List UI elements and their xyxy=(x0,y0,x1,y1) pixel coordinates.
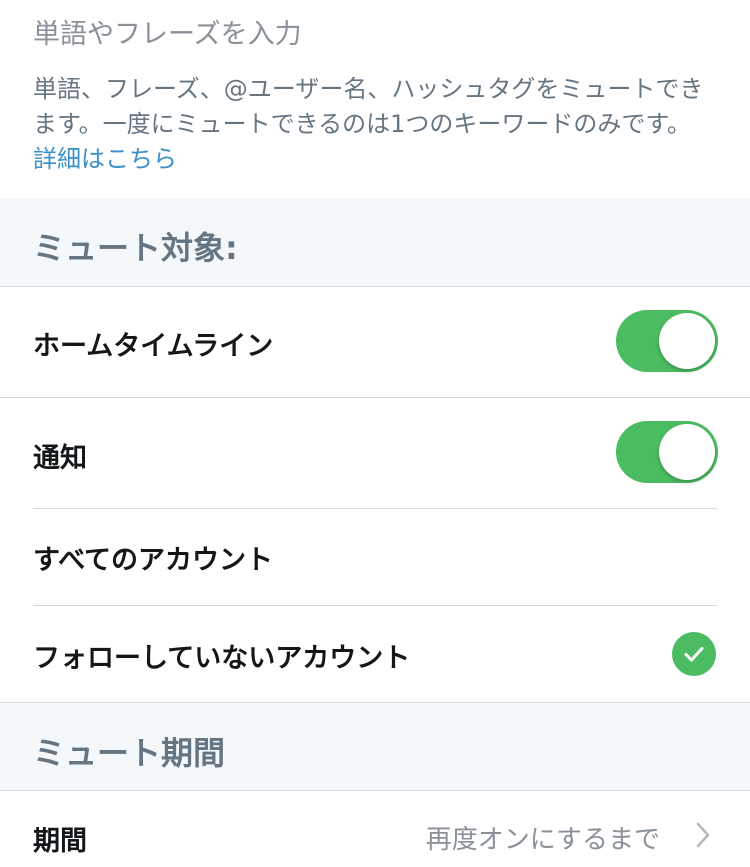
mute-duration-header: ミュート期間 xyxy=(0,703,750,791)
notifications-row[interactable]: 通知 xyxy=(0,398,750,509)
mute-from-header: ミュート対象: xyxy=(0,199,750,287)
mute-description: 単語、フレーズ、@ユーザー名、ハッシュタグをミュートできます。一度にミュートでき… xyxy=(33,72,723,177)
not-following-label: フォローしていないアカウント xyxy=(33,643,411,674)
keyword-input[interactable]: 単語やフレーズを入力 xyxy=(33,12,302,51)
checkmark-icon xyxy=(672,632,716,676)
learn-more-link[interactable]: 詳細はこちら xyxy=(33,145,177,173)
duration-value: 再度オンにするまで xyxy=(425,825,660,855)
duration-label: 期間 xyxy=(33,826,87,857)
all-accounts-row[interactable]: すべてのアカウント xyxy=(0,509,750,606)
not-following-row[interactable]: フォローしていないアカウント xyxy=(0,606,750,703)
notifications-label: 通知 xyxy=(33,443,87,474)
chevron-right-icon xyxy=(696,822,710,848)
home-timeline-toggle[interactable] xyxy=(616,310,718,372)
mute-duration-title: ミュート期間 xyxy=(33,734,226,772)
mute-from-title: ミュート対象: xyxy=(33,229,238,267)
toggle-knob xyxy=(659,313,715,369)
home-timeline-label: ホームタイムライン xyxy=(33,331,274,362)
toggle-knob xyxy=(659,424,715,480)
notifications-toggle[interactable] xyxy=(616,421,718,483)
description-text: 単語、フレーズ、@ユーザー名、ハッシュタグをミュートできます。一度にミュートでき… xyxy=(33,75,704,138)
duration-row[interactable]: 期間 再度オンにするまで xyxy=(0,791,750,867)
all-accounts-label: すべてのアカウント xyxy=(33,545,274,576)
mute-keyword-panel: 単語やフレーズを入力 単語、フレーズ、@ユーザー名、ハッシュタグをミュートできま… xyxy=(0,0,750,199)
home-timeline-row[interactable]: ホームタイムライン xyxy=(0,287,750,398)
